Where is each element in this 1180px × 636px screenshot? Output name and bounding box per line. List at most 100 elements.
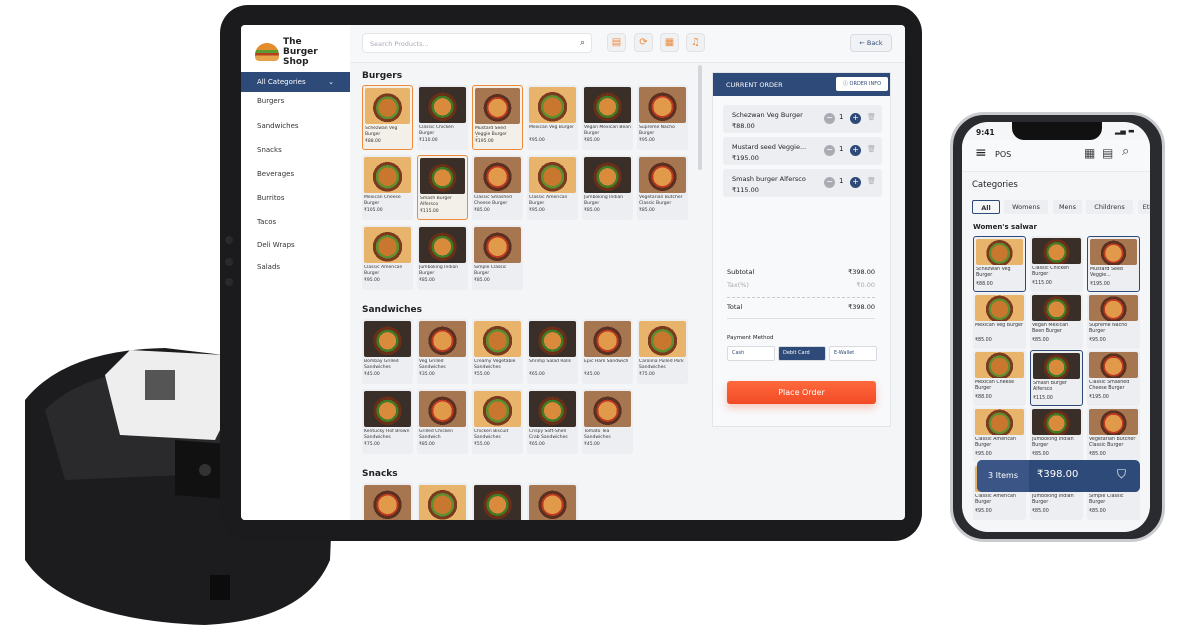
trash-icon[interactable]: 🗑	[867, 145, 876, 153]
product-card[interactable]: Classic Smashed Cheese Burger ₹195.00	[1087, 350, 1140, 406]
order-title: CURRENT ORDER	[726, 81, 783, 89]
back-button[interactable]: ← Back	[850, 34, 892, 52]
product-card[interactable]: Mustard Seed Veggie Burger Combo ₹195.00	[472, 85, 523, 150]
product-card[interactable]: Simple Classic Burger ₹85.00	[472, 225, 523, 290]
sidebar-item-tacos[interactable]: Tacos	[257, 218, 276, 226]
product-card[interactable]: Mexican Veg Burger ₹85.00	[973, 293, 1026, 349]
sidebar-item-burritos[interactable]: Burritos	[257, 194, 285, 202]
scrollbar[interactable]	[698, 65, 702, 170]
place-order-button[interactable]: Place Order	[727, 381, 876, 404]
product-card[interactable]	[527, 483, 578, 520]
product-card[interactable]: Schezwan Veg Burger ₹88.00	[362, 85, 413, 150]
product-card[interactable]: Tomato Tea Sandwiches ₹45.00	[582, 389, 633, 454]
product-card[interactable]: Classic Chicken Burger ₹115.00	[1030, 236, 1083, 292]
product-card[interactable]: Schezwan Veg Burger ₹88.00	[973, 236, 1026, 292]
product-card[interactable]: Supreme Nacho Burger ₹95.00	[637, 85, 688, 150]
product-card[interactable]: Grilled Chicken Sandwich ₹85.00	[417, 389, 468, 454]
subtotal-label: Subtotal	[727, 268, 755, 276]
trash-icon[interactable]: 🗑	[867, 113, 876, 121]
category-chip[interactable]: Mens	[1053, 200, 1082, 214]
product-card[interactable]: Classic Chicken Burger ₹110.00	[417, 85, 468, 150]
tablet-button	[225, 258, 233, 266]
current-order-panel: CURRENT ORDER ⓘ ORDER INFO Subtotal ₹398.…	[712, 72, 891, 427]
product-card[interactable]	[362, 483, 413, 520]
category-dropdown[interactable]: All Categories ⌄	[241, 72, 350, 92]
product-card[interactable]: Vegan Mexican Bean Burger ₹85.00	[582, 85, 633, 150]
product-name: Tomato Tea Sandwiches	[584, 429, 611, 440]
product-card[interactable]: Mexican Cheese Burger ₹88.00	[973, 350, 1026, 406]
increment-button[interactable]: +	[850, 177, 861, 188]
payment-cash-button[interactable]: Cash	[727, 346, 775, 361]
product-card[interactable]: Vegetarian Butcher Classic Burger ₹85.00	[1087, 407, 1140, 463]
product-card[interactable]: Mustard Seed Veggie... ₹195.00	[1087, 236, 1140, 292]
order-info-button[interactable]: ⓘ ORDER INFO	[836, 77, 888, 91]
product-card[interactable]: Jumboking Indian Burger ₹85.00	[582, 155, 633, 220]
product-price: ₹85.00	[419, 278, 435, 283]
phone-screen: 9:41 ▂▄ ▬ ≡ POS ▦ ▤ ⌕ Categories Women's…	[962, 122, 1150, 532]
product-card[interactable]: Mexican Cheese Burger ₹105.00	[362, 155, 413, 220]
product-image	[364, 485, 411, 520]
decrement-button[interactable]: −	[824, 177, 835, 188]
increment-button[interactable]: +	[850, 113, 861, 124]
search-input[interactable]: Search Products... ⌕	[362, 33, 592, 53]
sidebar-item-beverages[interactable]: Beverages	[257, 170, 294, 178]
search-icon[interactable]: ⌕	[580, 38, 585, 48]
sidebar-item-burgers[interactable]: Burgers	[257, 97, 284, 105]
product-name: Classic American Burger	[975, 494, 1016, 505]
calculator-icon[interactable]: ▦	[1084, 146, 1095, 160]
increment-button[interactable]: +	[850, 145, 861, 156]
product-card[interactable]: Bombay Grilled Sandwiches ₹45.00	[362, 319, 413, 384]
product-card[interactable]: Classic American Burger ₹95.00	[362, 225, 413, 290]
product-card[interactable]: Supreme Nacho Burger ₹95.00	[1087, 293, 1140, 349]
product-image	[474, 321, 521, 357]
product-card[interactable]: Creamy Vegetable Sandwiches ₹55.00	[472, 319, 523, 384]
product-card[interactable]: Veg Grilled Sandwiches ₹35.00	[417, 319, 468, 384]
product-card[interactable]: Jumboking Indian Burger ₹85.00	[1030, 407, 1083, 463]
sidebar-item-snacks[interactable]: Snacks	[257, 146, 282, 154]
category-chip[interactable]: Childrens	[1086, 200, 1133, 214]
product-card[interactable]: Epic Ham Sandwich ₹45.00	[582, 319, 633, 384]
product-card[interactable]: Crispy Soft-Shell Crab Sandwiches ₹65.00	[527, 389, 578, 454]
product-card[interactable]: Chicken Biscuit Sandwiches ₹55.00	[472, 389, 523, 454]
product-card[interactable]	[472, 483, 523, 520]
sidebar-item-sandwiches[interactable]: Sandwiches	[257, 122, 299, 130]
menu-icon[interactable]: ≡	[975, 145, 987, 161]
product-card[interactable]: Classic Smashed Cheese Burger ₹85.00	[472, 155, 523, 220]
sidebar: The Burger Shop All Categories ⌄ Burgers S…	[241, 25, 350, 520]
decrement-button[interactable]: −	[824, 145, 835, 156]
product-card[interactable]: Smash Burger Alfersco ₹115.00	[1030, 350, 1083, 406]
product-card[interactable]: Kentucky Hot Brown Sandwiches ₹75.00	[362, 389, 413, 454]
product-card[interactable]: Vegetarian Butcher Classic Burger ₹85.00	[637, 155, 688, 220]
product-card[interactable]: Classic American Burger ₹95.00	[527, 155, 578, 220]
product-card[interactable]: Jumboking Indian Burger ₹85.00	[417, 225, 468, 290]
decrement-button[interactable]: −	[824, 113, 835, 124]
trash-icon[interactable]: 🗑	[867, 177, 876, 185]
shopping-bag-icon[interactable]: ⛉	[1117, 467, 1126, 482]
category-chip[interactable]: Eth	[1138, 200, 1150, 214]
category-chip[interactable]: Womens	[1004, 200, 1048, 214]
top-bar: Search Products... ⌕ ▤ ⟳ ▦ ♫ ← Back	[350, 25, 905, 63]
phone-header: ≡ POS ▦ ▤ ⌕	[962, 140, 1150, 172]
product-card[interactable]: Smash Burger Alfersco ₹115.00	[417, 155, 468, 220]
receipt-icon[interactable]: ▤	[1102, 146, 1113, 160]
bell-icon[interactable]: ♫	[686, 33, 705, 52]
search-icon[interactable]: ⌕	[1122, 144, 1129, 159]
product-card[interactable]: Shrimp Salad Rolls ₹65.00	[527, 319, 578, 384]
receipt-icon[interactable]: ▤	[607, 33, 626, 52]
calculator-icon[interactable]: ▦	[660, 33, 679, 52]
product-card[interactable]	[417, 483, 468, 520]
refresh-icon[interactable]: ⟳	[634, 33, 653, 52]
product-card[interactable]: Classic American Burger ₹95.00	[973, 407, 1026, 463]
product-name: Jumboking Indian Burger	[1032, 437, 1074, 448]
product-card[interactable]: Mexican Veg Burger ₹95.00	[527, 85, 578, 150]
product-price: ₹55.00	[474, 442, 490, 447]
product-card[interactable]: Carolina Pulled Pork Sandwiches ₹75.00	[637, 319, 688, 384]
sidebar-item-salads[interactable]: Salads	[257, 263, 280, 271]
product-name: Shrimp Salad Rolls	[529, 359, 571, 364]
payment-e-wallet-button[interactable]: E-Wallet	[829, 346, 877, 361]
payment-debit-card-button[interactable]: Debit Card	[778, 346, 826, 361]
product-card[interactable]: Vegan Mexican Been Burger ₹85.00	[1030, 293, 1083, 349]
category-chip[interactable]: All	[972, 200, 1000, 214]
sidebar-item-deli-wraps[interactable]: Deli Wraps	[257, 241, 295, 249]
cart-bar[interactable]: 3 Items ₹398.00 ⛉	[977, 460, 1140, 492]
